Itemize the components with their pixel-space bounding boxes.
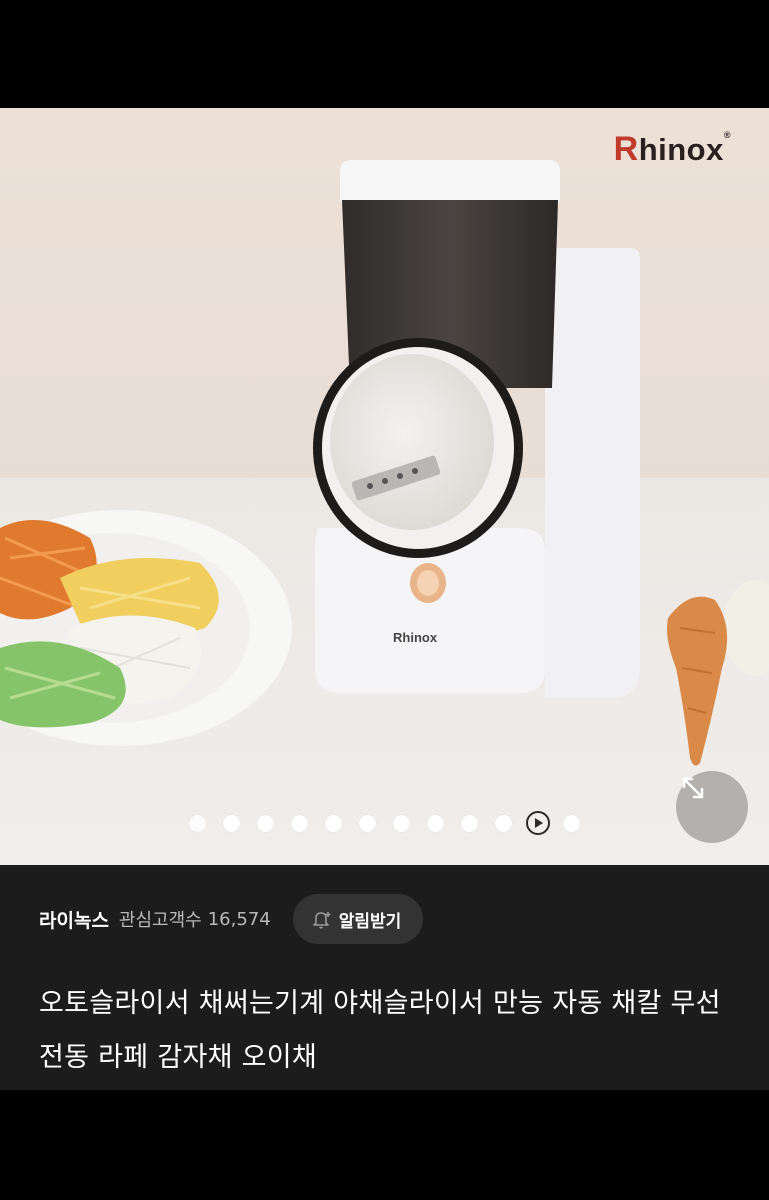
- expand-arrows-icon: [682, 777, 704, 799]
- product-photo: Rhinox: [0, 160, 769, 865]
- fans-count: 16,574: [207, 908, 271, 930]
- bottom-black-bar: [0, 1090, 769, 1200]
- gallery-dot-3[interactable]: [257, 814, 274, 832]
- gallery-dot-10[interactable]: [495, 814, 512, 832]
- notify-label: 알림받기: [338, 911, 402, 932]
- gallery-pagination: [0, 809, 769, 837]
- gallery-dot-4[interactable]: [291, 814, 308, 832]
- gallery-dot-9[interactable]: [461, 814, 478, 832]
- bell-plus-icon: [312, 912, 331, 929]
- gallery-dot-12[interactable]: [563, 814, 580, 832]
- top-black-bar: [0, 0, 769, 108]
- store-row: 라이녹스 관심고객수 16,574 알림받기: [39, 893, 424, 945]
- product-title: 오토슬라이서 채써는기계 야채슬라이서 만능 자동 채칼 무선 전동 라페 감자…: [39, 988, 721, 1073]
- gallery-dot-7[interactable]: [393, 814, 410, 832]
- gallery-dot-2[interactable]: [223, 814, 240, 832]
- product-image-gallery[interactable]: Rhinox Rhinox®: [0, 108, 769, 865]
- gallery-dot-1[interactable]: [189, 814, 206, 832]
- play-icon[interactable]: [525, 811, 550, 835]
- gallery-dot-6[interactable]: [359, 814, 376, 832]
- expand-button[interactable]: [676, 771, 748, 843]
- notify-button[interactable]: 알림받기: [292, 894, 424, 944]
- product-info-panel: 라이녹스 관심고객수 16,574 알림받기 오토슬라이서 채써는기계 야채슬라…: [0, 865, 769, 1090]
- gallery-dot-5[interactable]: [325, 814, 342, 832]
- fans-label: 관심고객수: [118, 910, 202, 931]
- device-brand-text: Rhinox: [393, 630, 438, 645]
- store-name[interactable]: 라이녹스: [39, 906, 109, 933]
- gallery-dot-8[interactable]: [427, 814, 444, 832]
- brand-logo: Rhinox®: [613, 130, 731, 168]
